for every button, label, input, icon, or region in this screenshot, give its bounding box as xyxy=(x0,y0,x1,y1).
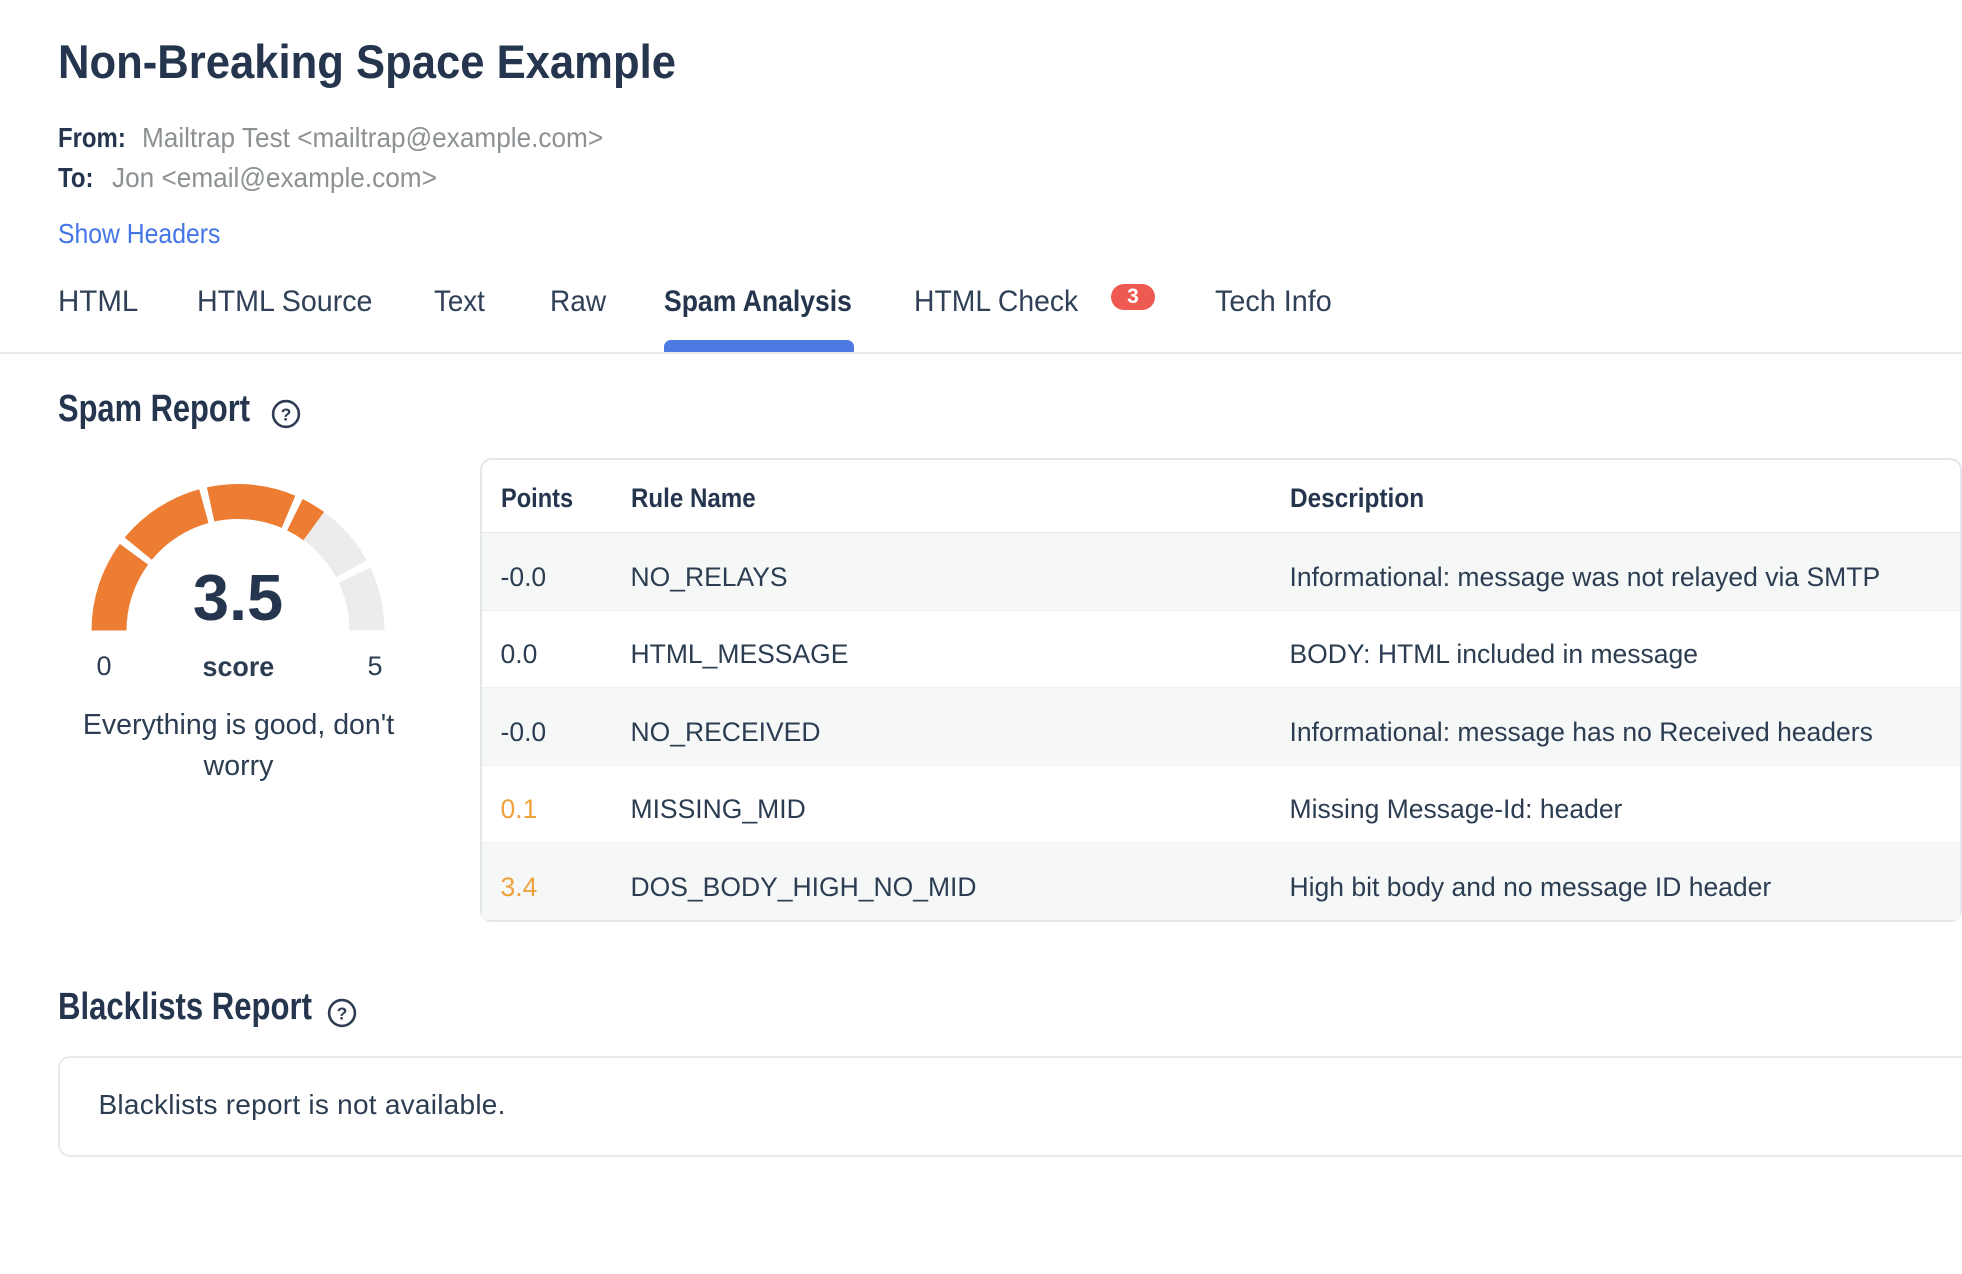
svg-text:?: ? xyxy=(337,1003,348,1023)
svg-text:?: ? xyxy=(281,405,292,425)
